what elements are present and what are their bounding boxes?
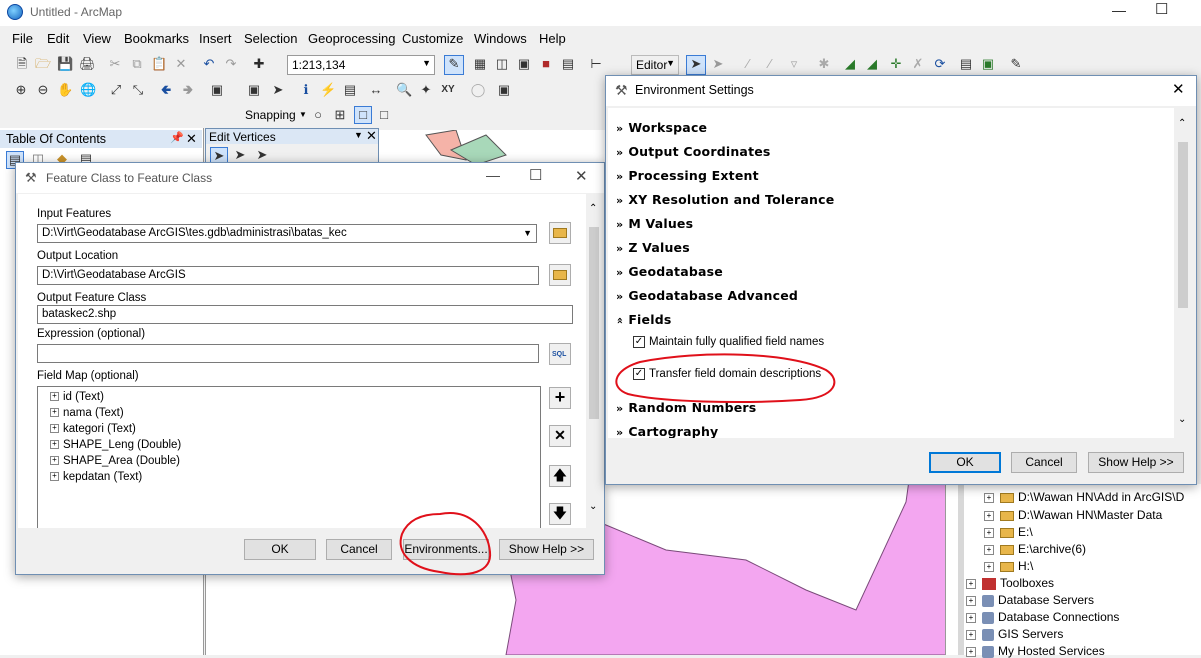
annotation-overlay [399, 353, 836, 576]
red-circle-annotation [399, 512, 492, 576]
red-circle-annotation [615, 353, 836, 403]
